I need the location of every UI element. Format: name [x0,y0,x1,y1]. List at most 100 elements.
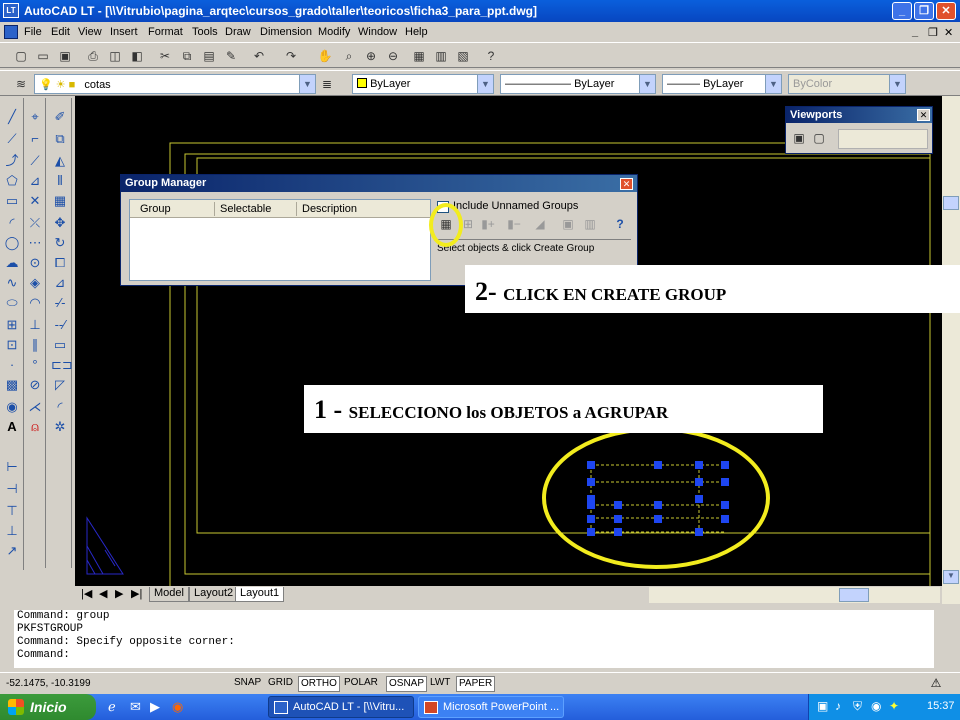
toggle-lwt[interactable]: LWT [428,676,452,692]
snap-none-icon[interactable]: ⍝ [26,418,44,436]
copy-object-icon[interactable]: ⧉ [51,130,69,148]
doc-close-button[interactable]: ✕ [944,26,953,39]
dim-baseline-icon[interactable]: ⊤ [3,502,21,520]
snap-extension-icon[interactable]: ⋯ [26,234,44,252]
help-icon[interactable]: ? [482,47,500,65]
explode-icon[interactable]: ✲ [51,418,69,436]
scroll-thumb[interactable] [943,196,959,210]
help-button[interactable]: ? [611,215,629,233]
paste-icon[interactable]: ▤ [200,47,218,65]
toggle-paper[interactable]: PAPER [456,676,496,692]
horizontal-scrollbar[interactable] [649,587,940,603]
match-properties-icon[interactable]: ✎ [222,47,240,65]
polygon-icon[interactable]: ⬠ [3,172,21,190]
tray-network-icon[interactable]: ▣ [817,699,828,713]
tab-first-icon[interactable]: |◀ [77,587,96,602]
erase-icon[interactable]: ✐ [51,108,69,126]
snap-insert-icon[interactable]: ° [26,356,44,374]
join-icon[interactable]: ⊏⊐ [51,356,73,374]
print-icon[interactable]: ⎙ [84,47,102,65]
menu-dimension[interactable]: Dimension [260,26,312,38]
undo-icon[interactable]: ↶ [250,47,268,65]
remove-from-group-icon[interactable]: ▮− [505,215,523,233]
properties-icon[interactable]: ▦ [410,47,428,65]
zoom-realtime-icon[interactable]: ⌕ [340,47,358,65]
snap-endpoint-icon[interactable]: ⟋ [26,152,44,170]
menu-tools[interactable]: Tools [192,26,218,38]
doc-minimize-button[interactable]: _ [912,26,918,38]
browser-icon[interactable]: ◉ [172,699,183,715]
tray-antivirus-icon[interactable]: ◉ [871,699,881,713]
coordinates-readout[interactable]: -52.1475, -10.3199 [6,678,91,689]
snap-midpoint-icon[interactable]: ⊿ [26,172,44,190]
minimize-button[interactable]: _ [892,2,912,20]
temporary-track-icon[interactable]: ⌖ [26,108,44,126]
multiline-text-icon[interactable]: A [3,418,21,436]
doc-restore-button[interactable]: ❐ [928,26,938,39]
toggle-snap[interactable]: SNAP [232,676,263,692]
stretch-icon[interactable]: ⊿ [51,274,69,292]
toggle-osnap[interactable]: OSNAP [386,676,428,692]
snap-intersection-icon[interactable]: ✕ [26,192,44,210]
toggle-ortho[interactable]: ORTHO [298,676,340,692]
tab-layout2[interactable]: Layout2 [189,587,239,602]
viewport-scale-dropdown[interactable] [838,129,928,149]
dim-aligned-icon[interactable]: ⊣ [3,480,21,498]
vertical-scrollbar[interactable]: ▼ [942,96,960,604]
single-viewport-icon[interactable]: ▢ [810,129,828,147]
toggle-polar[interactable]: POLAR [342,676,380,692]
menu-insert[interactable]: Insert [110,26,138,38]
snap-node-icon[interactable]: ⊘ [26,376,44,394]
snap-nearest-icon[interactable]: ⋌ [26,398,44,416]
snap-center-icon[interactable]: ⊙ [26,254,44,272]
col-group[interactable]: Group [140,203,171,215]
layer-dropdown[interactable]: 💡 ☀ ■ cotas ▼ [34,74,316,94]
toggle-grid[interactable]: GRID [266,676,295,692]
menu-file[interactable]: File [24,26,42,38]
insert-block-icon[interactable]: ⊞ [3,316,21,334]
ie-icon[interactable]: ℯ [108,699,116,715]
point-icon[interactable]: · [3,356,21,374]
maximize-button[interactable]: ❐ [914,2,934,20]
zoom-window-icon[interactable]: ⊕ [362,47,380,65]
open-icon[interactable]: ▭ [34,47,52,65]
scale-icon[interactable]: ⧠ [51,254,69,272]
move-icon[interactable]: ✥ [51,214,69,232]
pan-icon[interactable]: ✋ [316,47,334,65]
col-selectable[interactable]: Selectable [220,203,271,215]
select-group-icon[interactable]: ▣ [559,215,577,233]
chamfer-icon[interactable]: ◸ [51,376,69,394]
save-icon[interactable]: ▣ [56,47,74,65]
region-icon[interactable]: ◉ [3,398,21,416]
arc-icon[interactable]: ◜ [3,214,21,232]
tray-messenger-icon[interactable]: ✦ [889,699,899,713]
rectangle-icon[interactable]: ▭ [3,192,21,210]
dim-linear-icon[interactable]: ⊢ [3,458,21,476]
command-prompt[interactable]: Command: [17,649,934,662]
col-description[interactable]: Description [302,203,357,215]
dim-continue-icon[interactable]: ⊥ [3,522,21,540]
polyline-icon[interactable]: ⤴ [3,152,21,170]
snap-parallel-icon[interactable]: ∥ [26,336,44,354]
make-object-layer-current-icon[interactable]: ≣ [318,75,336,93]
copy-icon[interactable]: ⧉ [178,47,196,65]
dim-leader-icon[interactable]: ↗ [3,542,21,560]
color-dropdown[interactable]: ByLayer ▼ [352,74,494,94]
tool-palettes-icon[interactable]: ▧ [454,47,472,65]
menu-help[interactable]: Help [405,26,428,38]
trim-icon[interactable]: -⁄- [51,294,69,312]
menu-window[interactable]: Window [358,26,397,38]
array-icon[interactable]: ▦ [51,192,69,210]
lineweight-dropdown[interactable]: ——— ByLayer ▼ [662,74,782,94]
tab-prev-icon[interactable]: ◀ [95,587,111,602]
media-player-icon[interactable]: ▶ [150,699,160,715]
snap-quadrant-icon[interactable]: ◈ [26,274,44,292]
viewports-dialog-icon[interactable]: ▣ [790,129,808,147]
tab-layout1[interactable]: Layout1 [235,587,285,602]
start-button[interactable]: Inicio [0,694,96,720]
offset-icon[interactable]: ⫴ [51,172,69,190]
menu-draw[interactable]: Draw [225,26,251,38]
group-details-icon[interactable]: ◢ [531,215,549,233]
menu-edit[interactable]: Edit [51,26,70,38]
close-button[interactable]: ✕ [936,2,956,20]
